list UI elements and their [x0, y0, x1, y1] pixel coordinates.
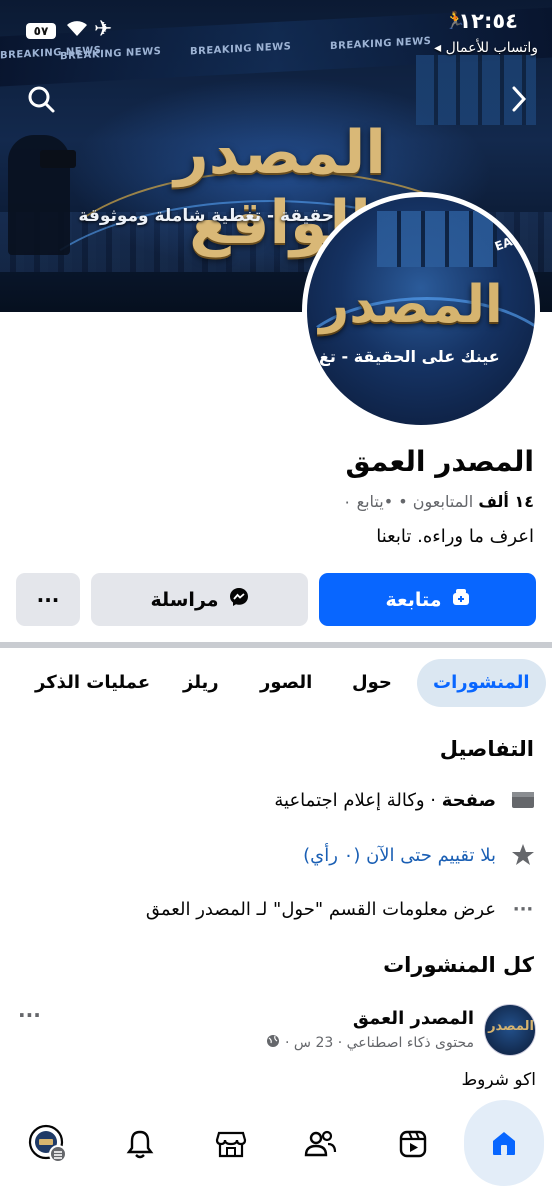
details-title: التفاصيل [439, 737, 534, 761]
cover-subtitle: حقيقة - تغطية شاملة وموثوقة [78, 206, 334, 226]
follow-button[interactable]: متابعة [319, 573, 536, 626]
flag-icon [510, 787, 536, 813]
avatar-tagline: عينك على الحقيقة - تغ [319, 347, 500, 366]
star-icon [510, 842, 536, 868]
following-count[interactable]: •يتابع ٠ [343, 492, 393, 511]
stats-separator: • [398, 492, 408, 511]
profile-menu-icon[interactable] [20, 1118, 76, 1170]
follow-label: متابعة [385, 588, 442, 611]
post-text: اكو شروط [461, 1070, 536, 1090]
post-meta: محتوى ذكاء اصطناعي · 23 س · [266, 1034, 474, 1052]
back-to-app-link[interactable]: ◂ واتساب للأعمال [434, 40, 538, 56]
tab-photos[interactable]: الصور [260, 659, 312, 707]
tab-mentions[interactable]: عمليات الذكر [35, 659, 150, 707]
reels-icon[interactable] [385, 1118, 441, 1170]
tab-posts[interactable]: المنشورات [417, 659, 546, 707]
posts-title: كل المنشورات [383, 953, 534, 977]
post-avatar-text: المصدر [488, 1019, 534, 1034]
followers-count[interactable]: ١٤ ألف [478, 492, 534, 511]
category-text: · وكالة إعلام اجتماعية [274, 789, 442, 811]
detail-rating[interactable]: بلا تقييم حتى الآن (٠ رأي) [303, 841, 536, 869]
status-time: ١٢:٥٤ [458, 9, 518, 33]
bottom-navigation [0, 1100, 552, 1195]
home-icon[interactable] [464, 1100, 544, 1186]
rating-text[interactable]: بلا تقييم حتى الآن (٠ رأي) [303, 845, 496, 866]
post-author-avatar[interactable]: المصدر [484, 1004, 536, 1056]
followers-label[interactable]: المتابعون [413, 492, 473, 511]
profile-tabs: المنشورات حول الصور ريلز عمليات الذكر [0, 659, 552, 707]
detail-category: صفحة · وكالة إعلام اجتماعية [274, 786, 536, 814]
wifi-icon [66, 20, 88, 43]
tab-reels[interactable]: ريلز [183, 659, 219, 707]
category-prefix: صفحة [441, 789, 496, 811]
friends-icon[interactable] [292, 1118, 348, 1170]
ellipsis-icon: ··· [512, 898, 534, 920]
section-divider [0, 642, 552, 648]
avatar-title: المصدر [319, 275, 503, 335]
post-more-options-icon[interactable]: ··· [18, 1003, 41, 1027]
page-bio: اعرف ما وراءه. تابعنا [376, 526, 534, 547]
messenger-icon [229, 587, 249, 612]
camera-silhouette [40, 150, 76, 168]
follow-icon [452, 588, 470, 611]
notifications-icon[interactable] [112, 1118, 168, 1170]
message-button[interactable]: مراسلة [91, 573, 308, 626]
avatar-screens-graphic [377, 211, 497, 267]
profile-stats: ١٤ ألف المتابعون • •يتابع ٠ [343, 492, 534, 511]
page-title: المصدر العمق [345, 445, 534, 478]
battery-icon: ٥٧ [26, 23, 56, 39]
message-label: مراسلة [150, 588, 219, 611]
airplane-mode-icon: ✈ [94, 17, 113, 42]
marketplace-icon[interactable] [203, 1118, 259, 1170]
more-options-button[interactable]: ··· [16, 573, 80, 626]
globe-icon [266, 1034, 280, 1052]
tab-about[interactable]: حول [352, 659, 392, 707]
back-chevron-icon[interactable] [500, 80, 538, 118]
profile-picture[interactable]: EAKIN المصدر عينك على الحقيقة - تغ NEWS [302, 192, 540, 430]
activity-icon: 🏃 [444, 11, 466, 31]
detail-about-link[interactable]: ··· عرض معلومات القسم "حول" لـ المصدر ال… [146, 895, 536, 923]
post-author-name[interactable]: المصدر العمق [353, 1008, 474, 1029]
about-link-text[interactable]: عرض معلومات القسم "حول" لـ المصدر العمق [146, 899, 496, 920]
status-bar: ١٢:٥٤ 🏃 ٥٧ ✈ [0, 0, 552, 44]
post-meta-text: محتوى ذكاء اصطناعي · 23 س · [284, 1035, 474, 1051]
search-icon[interactable] [22, 80, 60, 118]
